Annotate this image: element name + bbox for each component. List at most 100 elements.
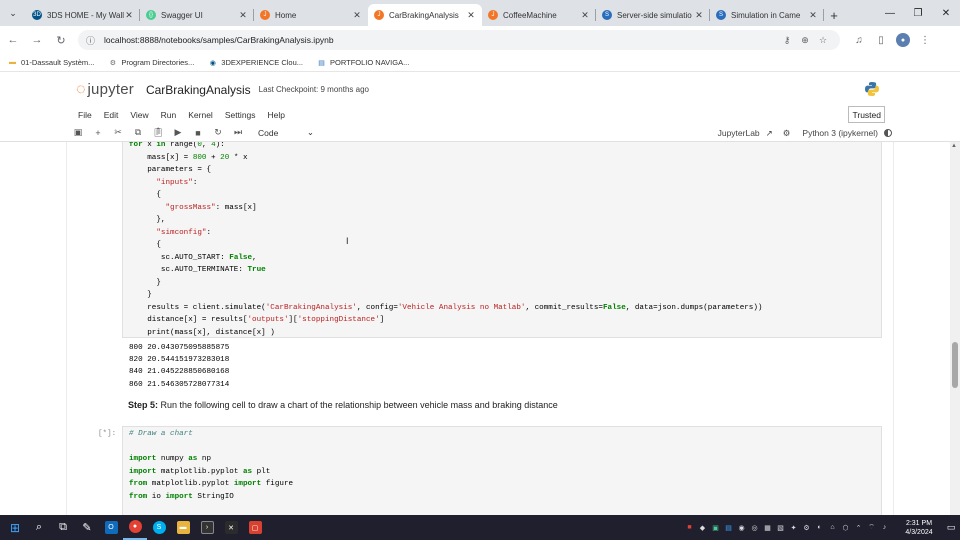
forward-icon[interactable]: → <box>26 29 48 51</box>
back-icon[interactable]: ← <box>2 29 24 51</box>
restart-icon[interactable]: ↻ <box>208 125 228 141</box>
code-editor[interactable]: for x in range(0, 4): mass[x] = 800 + 20… <box>123 142 881 339</box>
tray-icon-1[interactable]: ■ <box>684 522 695 533</box>
tab-close-icon[interactable]: ✕ <box>808 10 818 21</box>
close-window-icon[interactable]: ✕ <box>932 0 960 26</box>
tab-close-icon[interactable]: ✕ <box>352 10 362 21</box>
chevron-up-icon[interactable]: ⌃ <box>853 522 864 533</box>
tray-icon-4[interactable]: ▤ <box>723 522 734 533</box>
bookmark-item[interactable]: ▬ 01-Dassault Systèm... <box>8 58 94 67</box>
tray-icon-11[interactable]: ◐ <box>814 522 825 533</box>
side-panel-icon[interactable]: ▯ <box>870 29 892 51</box>
external-link-icon[interactable]: ↗ <box>766 128 773 139</box>
fast-forward-icon[interactable]: ⏭︎ <box>228 125 248 141</box>
scroll-up-icon[interactable]: ▲ <box>951 143 957 149</box>
task-view-icon[interactable]: ⧉ <box>51 515 75 540</box>
address-bar[interactable]: ⓘ localhost:8888/notebooks/samples/CarBr… <box>78 30 840 50</box>
cut-icon[interactable]: ✂ <box>108 125 128 141</box>
new-tab-button[interactable]: + <box>824 4 844 26</box>
tray-icon-3[interactable]: ▣ <box>710 522 721 533</box>
code-line: from matplotlib.pyplot import figure <box>129 480 294 488</box>
stop-icon[interactable]: ■ <box>188 125 208 141</box>
url-text[interactable]: localhost:8888/notebooks/samples/CarBrak… <box>104 35 778 45</box>
tray-icon-2[interactable]: ◆ <box>697 522 708 533</box>
menu-run[interactable]: Run <box>161 110 177 120</box>
tab-close-icon[interactable]: ✕ <box>580 10 590 21</box>
notebook-scrollbar[interactable]: ▲ <box>950 142 960 515</box>
taskbar-clock[interactable]: 2:31 PM 4/3/2024 <box>896 519 942 537</box>
tray-icon-5[interactable]: ◉ <box>736 522 747 533</box>
password-key-icon[interactable]: ⚷ <box>778 35 796 46</box>
zoom-icon[interactable]: ⊕ <box>796 35 814 46</box>
bookmark-item[interactable]: ◉ 3DEXPERIENCE Clou... <box>208 58 303 67</box>
minimize-icon[interactable]: — <box>876 0 904 26</box>
browser-tab[interactable]: J CoffeeMachine ✕ <box>482 4 596 26</box>
menu-help[interactable]: Help <box>268 110 285 120</box>
trusted-indicator[interactable]: Trusted <box>848 106 885 123</box>
kernel-name[interactable]: Python 3 (ipykernel) <box>802 128 878 138</box>
code-cell-simulate[interactable]: for x in range(0, 4): mass[x] = 800 + 20… <box>122 142 882 338</box>
bookmark-item[interactable]: ⚙ Program Directories... <box>108 58 195 67</box>
folder-icon[interactable]: ▬ <box>171 515 195 540</box>
tab-close-icon[interactable]: ✕ <box>238 10 248 21</box>
windows-start-icon[interactable]: ⊞ <box>3 515 27 540</box>
scrollbar-thumb[interactable] <box>952 342 958 388</box>
tab-search-icon[interactable]: ⌄ <box>0 0 26 26</box>
file-explorer-pinned-icon[interactable]: ✎ <box>75 515 99 540</box>
jupyterlab-link[interactable]: JupyterLab <box>718 128 760 138</box>
notebook-area[interactable]: for x in range(0, 4): mass[x] = 800 + 20… <box>0 142 960 515</box>
browser-tab[interactable]: S Simulation in Came ✕ <box>710 4 824 26</box>
app-red-icon[interactable]: ▢ <box>243 515 267 540</box>
search-icon[interactable]: ⌕ <box>27 515 51 540</box>
tray-icon-10[interactable]: ⚙ <box>801 522 812 533</box>
notification-icon[interactable]: ▭ <box>942 522 960 533</box>
jupyter-logo[interactable]: ◌ jupyter <box>76 81 134 99</box>
notebook-title[interactable]: CarBrakingAnalysis <box>146 83 251 97</box>
tray-icon-12[interactable]: ⌂ <box>827 522 838 533</box>
bookmark-item[interactable]: ▤ PORTFOLIO NAVIGA... <box>317 58 409 67</box>
browser-tab[interactable]: J Home ✕ <box>254 4 368 26</box>
markdown-cell-step5[interactable]: Step 5: Run the following cell to draw a… <box>128 400 558 410</box>
save-icon[interactable]: ▣ <box>68 125 88 141</box>
tray-icon-6[interactable]: ◎ <box>749 522 760 533</box>
tray-icon-13[interactable]: ⬡ <box>840 522 851 533</box>
tray-icon-7[interactable]: ▦ <box>762 522 773 533</box>
tab-close-icon[interactable]: ✕ <box>466 10 476 21</box>
wifi-icon[interactable]: ⌔ <box>866 522 877 533</box>
browser-tab[interactable]: 3D 3DS HOME - My Wall ✕ <box>26 4 140 26</box>
profile-avatar[interactable]: ● <box>896 33 910 47</box>
kebab-menu-icon[interactable]: ⋮ <box>914 29 936 51</box>
code-cell-chart[interactable]: # Draw a chart import numpy as np import m… <box>122 426 882 515</box>
volume-icon[interactable]: ♪ <box>879 522 890 533</box>
site-info-icon[interactable]: ⓘ <box>86 34 98 47</box>
menu-kernel[interactable]: Kernel <box>188 110 213 120</box>
menu-file[interactable]: File <box>78 110 92 120</box>
bookmark-star-icon[interactable]: ☆ <box>814 35 832 46</box>
terminal-icon[interactable]: › <box>195 515 219 540</box>
menu-edit[interactable]: Edit <box>104 110 119 120</box>
menu-settings[interactable]: Settings <box>225 110 256 120</box>
insert-cell-icon[interactable]: + <box>88 125 108 141</box>
reload-icon[interactable]: ↻ <box>50 29 72 51</box>
media-icon[interactable]: ♫ <box>848 29 870 51</box>
restore-icon[interactable]: ❐ <box>904 0 932 26</box>
run-icon[interactable]: ▶ <box>168 125 188 141</box>
chrome-icon[interactable]: ● <box>123 515 147 540</box>
app-x-icon[interactable]: ✕ <box>219 515 243 540</box>
browser-tab[interactable]: J CarBrakingAnalysis ✕ <box>368 4 482 26</box>
skype-icon[interactable]: S <box>147 515 171 540</box>
browser-tab[interactable]: S Server-side simulatio ✕ <box>596 4 710 26</box>
code-line: # Draw a chart <box>129 430 193 438</box>
browser-tab[interactable]: {} Swagger UI ✕ <box>140 4 254 26</box>
tray-icon-9[interactable]: ✦ <box>788 522 799 533</box>
copy-icon[interactable]: ⧉ <box>128 125 148 141</box>
code-editor-chart[interactable]: # Draw a chart import numpy as np import m… <box>123 427 881 503</box>
cell-type-select[interactable]: Code ⌄ <box>258 127 314 138</box>
menu-view[interactable]: View <box>130 110 148 120</box>
tab-close-icon[interactable]: ✕ <box>694 10 704 21</box>
tray-icon-8[interactable]: ▧ <box>775 522 786 533</box>
outlook-icon[interactable]: O <box>99 515 123 540</box>
settings-gear-icon[interactable]: ⚙ <box>783 128 791 139</box>
paste-icon[interactable]: 📋︎ <box>148 125 168 141</box>
tab-close-icon[interactable]: ✕ <box>124 10 134 21</box>
